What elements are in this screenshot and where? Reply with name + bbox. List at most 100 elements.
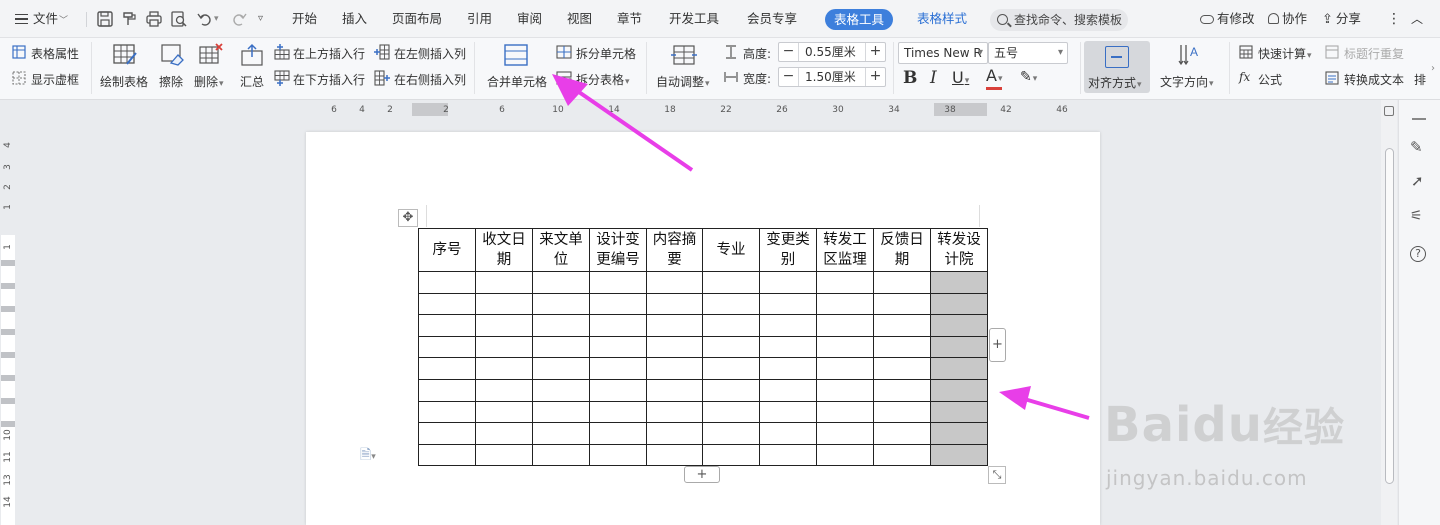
table-cell[interactable] bbox=[646, 422, 703, 445]
table-cell[interactable] bbox=[816, 357, 874, 380]
table-cell[interactable] bbox=[873, 378, 931, 402]
move-table-icon[interactable]: ✥ bbox=[398, 209, 418, 227]
table-cell[interactable] bbox=[759, 335, 817, 359]
file-menu[interactable]: 文件﹀ bbox=[15, 0, 68, 38]
tab-references[interactable]: 引用 bbox=[467, 0, 492, 38]
underline-icon[interactable]: U▾ bbox=[952, 68, 969, 87]
merge-cells-button[interactable]: 合并单元格 bbox=[487, 73, 547, 90]
table-cell[interactable] bbox=[702, 271, 760, 294]
table-cell[interactable] bbox=[702, 443, 760, 467]
table-cell[interactable] bbox=[532, 378, 590, 402]
table-cell[interactable] bbox=[475, 443, 533, 467]
delete-button[interactable]: 删除▾ bbox=[194, 73, 224, 90]
table-cell[interactable] bbox=[589, 357, 647, 380]
italic-icon[interactable]: I bbox=[930, 68, 937, 88]
tab-review[interactable]: 审阅 bbox=[517, 0, 542, 38]
table-cell[interactable] bbox=[759, 378, 817, 402]
table-cell[interactable] bbox=[475, 378, 533, 402]
tab-home[interactable]: 开始 bbox=[292, 0, 317, 38]
horizontal-ruler[interactable]: 6 4 2 2 6 10 14 18 22 26 30 34 38 42 46 bbox=[306, 102, 1100, 118]
header-repeat-button[interactable]: 标题行重复 bbox=[1344, 45, 1404, 62]
table-cell[interactable] bbox=[646, 443, 703, 467]
collaborate-button[interactable]: 协作 bbox=[1268, 0, 1307, 38]
cursor-icon[interactable]: ➚ bbox=[1411, 172, 1424, 190]
table-header-cell[interactable]: 收文日期 bbox=[475, 228, 533, 272]
table-cell[interactable] bbox=[589, 378, 647, 402]
table-cell[interactable] bbox=[930, 378, 988, 402]
print-preview-icon[interactable] bbox=[170, 10, 188, 28]
tab-table-style[interactable]: 表格样式 bbox=[917, 0, 967, 38]
highlight-icon[interactable]: ✎▾ bbox=[1020, 69, 1037, 85]
redo-icon[interactable] bbox=[230, 10, 248, 28]
table-cell[interactable] bbox=[589, 292, 647, 316]
add-row-button[interactable]: + bbox=[684, 466, 720, 483]
table-cell[interactable] bbox=[646, 271, 703, 294]
table-cell[interactable] bbox=[646, 314, 703, 337]
table-cell[interactable] bbox=[759, 292, 817, 316]
table-cell[interactable] bbox=[816, 422, 874, 445]
vertical-scrollbar[interactable] bbox=[1381, 100, 1397, 525]
share-button[interactable]: ⇪ 分享 bbox=[1322, 0, 1361, 38]
table-cell[interactable] bbox=[532, 400, 590, 424]
table-cell[interactable] bbox=[930, 443, 988, 467]
table-cell[interactable] bbox=[816, 400, 874, 424]
row-height-value[interactable]: 0.55厘米 bbox=[805, 43, 856, 61]
undo-dropdown-icon[interactable]: ▾ bbox=[214, 0, 219, 38]
table-cell[interactable] bbox=[759, 400, 817, 424]
format-painter-icon[interactable] bbox=[120, 10, 138, 28]
table-header-cell[interactable]: 专业 bbox=[702, 228, 760, 272]
table-cell[interactable] bbox=[475, 422, 533, 445]
table-cell[interactable] bbox=[930, 292, 988, 316]
table-header-cell[interactable]: 变更类别 bbox=[759, 228, 817, 272]
table-cell[interactable] bbox=[418, 443, 476, 467]
table-cell[interactable] bbox=[930, 400, 988, 424]
table-cell[interactable] bbox=[532, 314, 590, 337]
table-cell[interactable] bbox=[475, 292, 533, 316]
scroll-options-icon[interactable] bbox=[1384, 106, 1394, 116]
table-header-cell[interactable]: 来文单位 bbox=[532, 228, 590, 272]
table-cell[interactable] bbox=[873, 292, 931, 316]
add-column-button[interactable]: + bbox=[989, 328, 1006, 362]
table-cell[interactable] bbox=[589, 443, 647, 467]
more-options-icon[interactable]: ⋮ bbox=[1387, 0, 1401, 38]
table-cell[interactable] bbox=[418, 292, 476, 316]
alignment-button[interactable]: 对齐方式▾ bbox=[1084, 41, 1150, 93]
customize-toolbar-icon[interactable]: ▿ bbox=[258, 0, 263, 38]
table-cell[interactable] bbox=[816, 292, 874, 316]
table-cell[interactable] bbox=[873, 271, 931, 294]
save-icon[interactable] bbox=[96, 10, 114, 28]
font-name-select[interactable]: Times New R bbox=[898, 42, 988, 64]
sort-button[interactable]: 排 bbox=[1414, 71, 1426, 88]
resize-table-icon[interactable]: ⤡ bbox=[988, 466, 1006, 484]
table-cell[interactable] bbox=[589, 400, 647, 424]
insert-column-right-button[interactable]: 在右侧插入列 bbox=[394, 71, 466, 88]
table-cell[interactable] bbox=[532, 271, 590, 294]
summary-button[interactable]: 汇总 bbox=[240, 73, 264, 90]
bold-icon[interactable]: B bbox=[903, 68, 917, 88]
table-cell[interactable] bbox=[816, 443, 874, 467]
pen-icon[interactable]: ✎ bbox=[1410, 138, 1423, 156]
convert-to-text-button[interactable]: 转换成文本 bbox=[1344, 71, 1404, 88]
show-gridlines-button[interactable]: 显示虚框 bbox=[31, 71, 79, 88]
table-cell[interactable] bbox=[589, 422, 647, 445]
font-size-select[interactable]: 五号 bbox=[988, 42, 1068, 64]
table-cell[interactable] bbox=[646, 292, 703, 316]
tab-table-tools[interactable]: 表格工具 bbox=[825, 9, 894, 30]
table-cell[interactable] bbox=[816, 335, 874, 359]
table-header-cell[interactable]: 反馈日期 bbox=[873, 228, 931, 272]
table-cell[interactable] bbox=[646, 335, 703, 359]
table-cell[interactable] bbox=[702, 378, 760, 402]
table-cell[interactable] bbox=[418, 271, 476, 294]
table-cell[interactable] bbox=[418, 378, 476, 402]
table-cell[interactable] bbox=[759, 314, 817, 337]
table-header-cell[interactable]: 序号 bbox=[418, 228, 476, 272]
tab-section[interactable]: 章节 bbox=[617, 0, 642, 38]
ribbon-scroll-right-icon[interactable]: › bbox=[1431, 63, 1435, 74]
increase-icon[interactable]: + bbox=[865, 68, 885, 86]
formula-button[interactable]: 公式 bbox=[1258, 71, 1282, 88]
erase-button[interactable]: 擦除 bbox=[159, 73, 183, 90]
table-cell[interactable] bbox=[702, 314, 760, 337]
table-cell[interactable] bbox=[873, 443, 931, 467]
table-cell[interactable] bbox=[816, 378, 874, 402]
table-cell[interactable] bbox=[532, 335, 590, 359]
